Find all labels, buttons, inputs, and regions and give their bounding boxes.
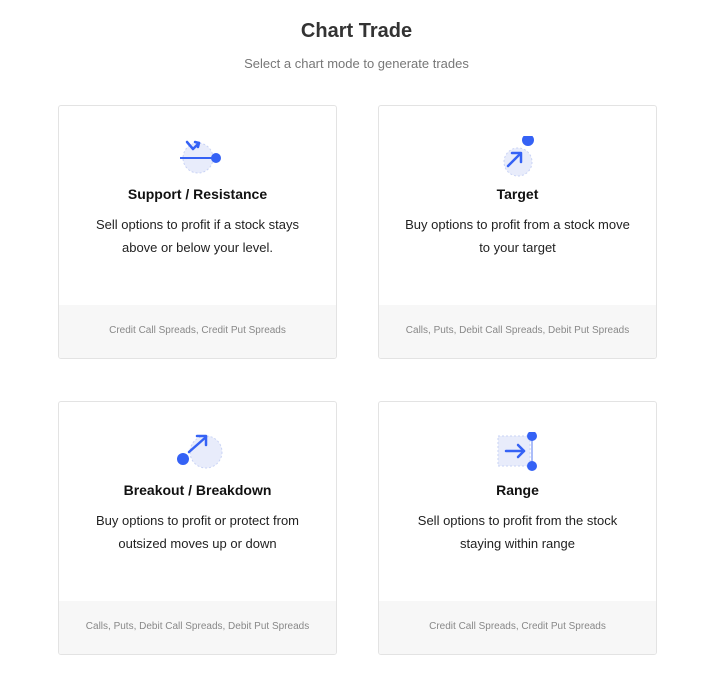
- card-strategies: Credit Call Spreads, Credit Put Spreads: [59, 305, 336, 358]
- card-title: Breakout / Breakdown: [123, 482, 272, 498]
- target-icon: [379, 136, 656, 180]
- range-icon: [379, 432, 656, 476]
- card-strategies: Calls, Puts, Debit Call Spreads, Debit P…: [379, 305, 656, 358]
- card-strategies: Calls, Puts, Debit Call Spreads, Debit P…: [59, 601, 336, 654]
- card-title: Range: [496, 482, 539, 498]
- card-target[interactable]: Target Buy options to profit from a stoc…: [378, 105, 657, 359]
- card-title: Support / Resistance: [127, 186, 268, 202]
- support-resistance-icon: [59, 136, 336, 180]
- card-breakout-breakdown[interactable]: Breakout / Breakdown Buy options to prof…: [58, 401, 337, 655]
- breakout-breakdown-icon: [59, 432, 336, 476]
- card-description: Sell options to profit from the stock st…: [417, 513, 618, 551]
- card-title: Target: [496, 186, 539, 202]
- card-description: Buy options to profit from a stock move …: [405, 217, 630, 255]
- page-title: Chart Trade: [300, 20, 413, 42]
- page-subtitle: Select a chart mode to generate trades: [244, 56, 469, 71]
- card-description: Buy options to profit or protect from ou…: [95, 513, 300, 551]
- card-range[interactable]: Range Sell options to profit from the st…: [378, 401, 657, 655]
- card-support-resistance[interactable]: Support / Resistance Sell options to pro…: [58, 105, 337, 359]
- card-strategies: Credit Call Spreads, Credit Put Spreads: [379, 601, 656, 654]
- card-description: Sell options to profit if a stock stays …: [95, 217, 300, 255]
